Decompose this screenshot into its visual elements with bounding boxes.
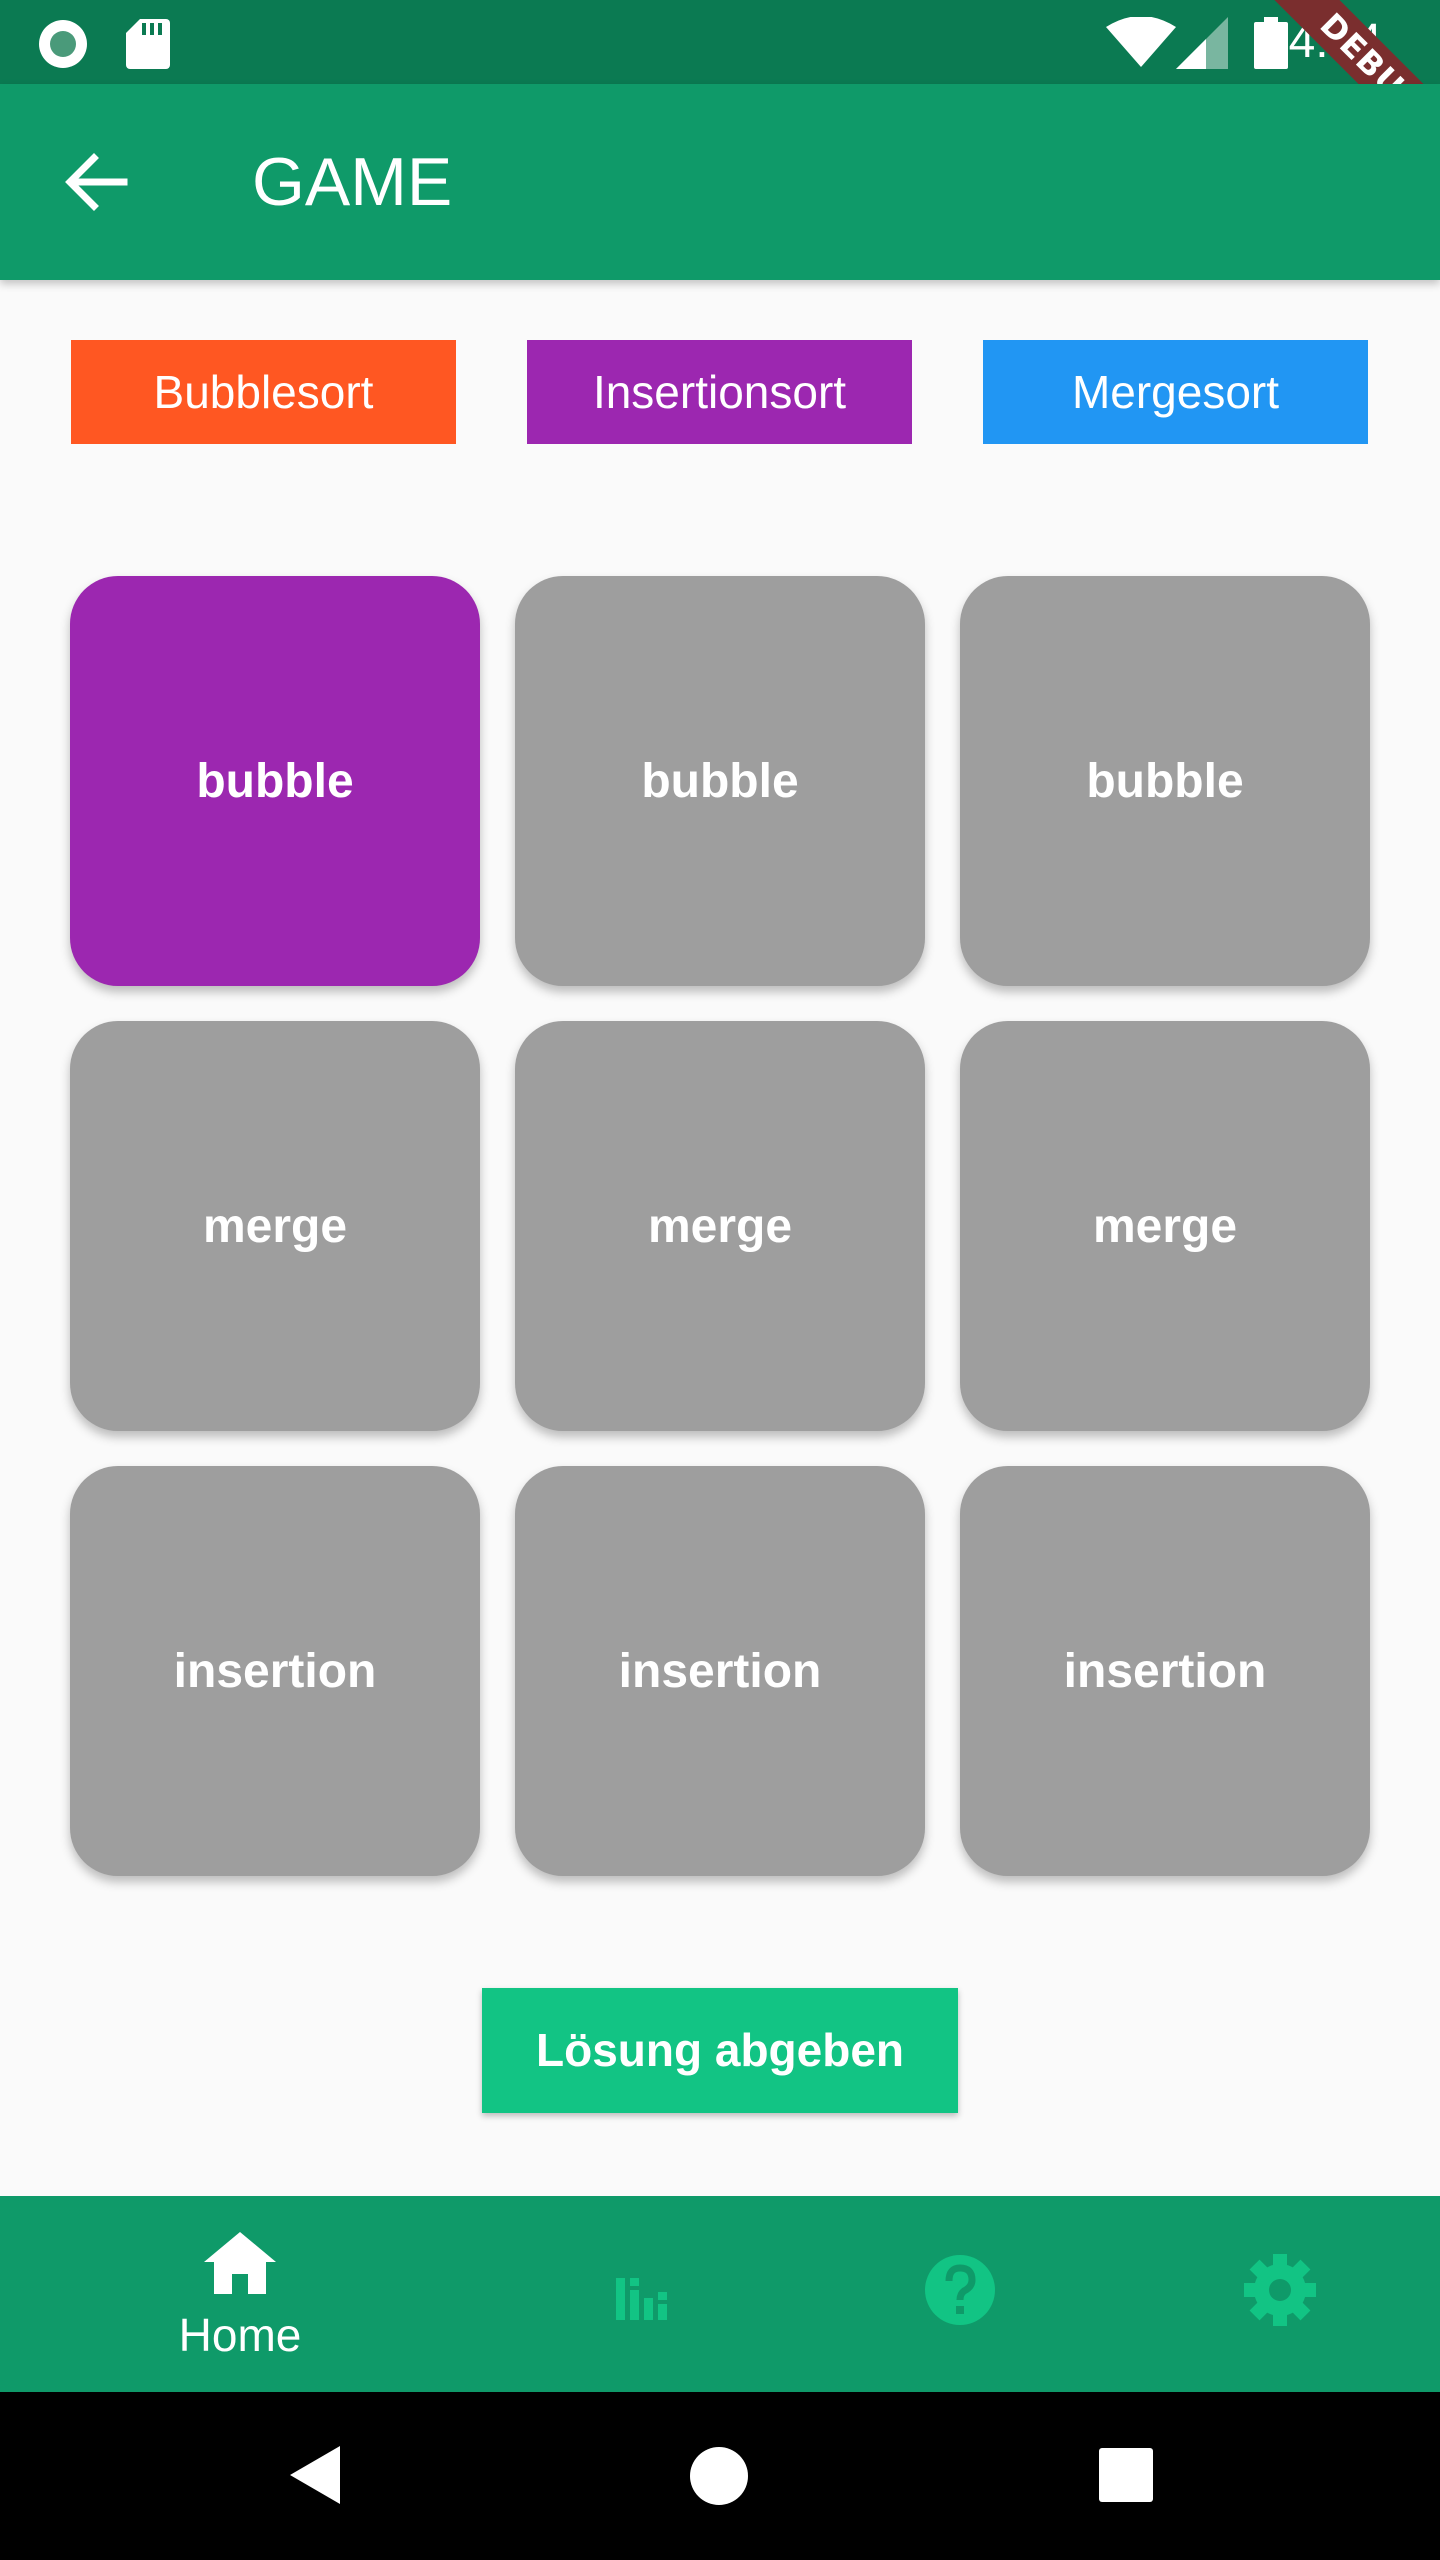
tile-merge-3[interactable]: merge: [960, 1021, 1370, 1431]
gear-icon: [1244, 2254, 1316, 2326]
system-home-icon[interactable]: [690, 2447, 748, 2505]
home-icon: [204, 2232, 276, 2294]
tile-insertion-2[interactable]: insertion: [515, 1466, 925, 1876]
system-recents-icon[interactable]: [1099, 2448, 1153, 2502]
bubblesort-button[interactable]: Bubblesort: [71, 340, 456, 444]
sd-card-icon: [126, 19, 170, 69]
nav-item-statistics[interactable]: [462, 2196, 822, 2392]
tile-label: merge: [202, 1199, 348, 1253]
tile-label: merge: [647, 1199, 793, 1253]
system-navigation-bar: [0, 2392, 1440, 2560]
page-title: GAME: [252, 144, 453, 220]
insertionsort-button-label: Insertionsort: [592, 366, 847, 418]
radio-icon: [39, 20, 87, 68]
tile-label: insertion: [618, 1644, 822, 1698]
tile-label: insertion: [1063, 1644, 1267, 1698]
nav-label-home: Home: [178, 2309, 302, 2361]
wifi-icon: [1106, 17, 1176, 67]
nav-item-help[interactable]: [780, 2196, 1140, 2392]
signal-icon: [1176, 17, 1228, 69]
system-back-icon[interactable]: [288, 2444, 342, 2506]
tile-insertion-1[interactable]: insertion: [70, 1466, 480, 1876]
mergesort-button-label: Mergesort: [1071, 366, 1280, 418]
bottom-navigation: Home: [0, 2196, 1440, 2392]
insertionsort-button[interactable]: Insertionsort: [527, 340, 912, 444]
tile-merge-2[interactable]: merge: [515, 1021, 925, 1431]
tile-label: bubble: [1086, 754, 1244, 808]
tile-merge-1[interactable]: merge: [70, 1021, 480, 1431]
tile-bubble-2[interactable]: bubble: [515, 576, 925, 986]
tile-label: insertion: [173, 1644, 377, 1698]
tile-bubble-3[interactable]: bubble: [960, 576, 1370, 986]
help-icon: [925, 2255, 995, 2325]
nav-item-home[interactable]: Home: [60, 2196, 420, 2392]
tile-label: bubble: [196, 754, 354, 808]
submit-solution-button[interactable]: Lösung abgeben: [482, 1988, 958, 2113]
tile-insertion-3[interactable]: insertion: [960, 1466, 1370, 1876]
mergesort-button[interactable]: Mergesort: [983, 340, 1368, 444]
tile-bubble-1[interactable]: bubble: [70, 576, 480, 986]
bubblesort-button-label: Bubblesort: [153, 366, 374, 418]
tile-label: bubble: [641, 754, 799, 808]
battery-icon: [1254, 17, 1288, 69]
submit-solution-label: Lösung abgeben: [536, 2024, 904, 2076]
status-bar: 4:14: [0, 0, 1440, 84]
bar-chart-icon: [616, 2278, 667, 2320]
arrow-back-icon[interactable]: [60, 146, 132, 218]
app-bar: GAME: [0, 84, 1440, 280]
tile-label: merge: [1092, 1199, 1238, 1253]
nav-item-settings[interactable]: [1100, 2196, 1440, 2392]
